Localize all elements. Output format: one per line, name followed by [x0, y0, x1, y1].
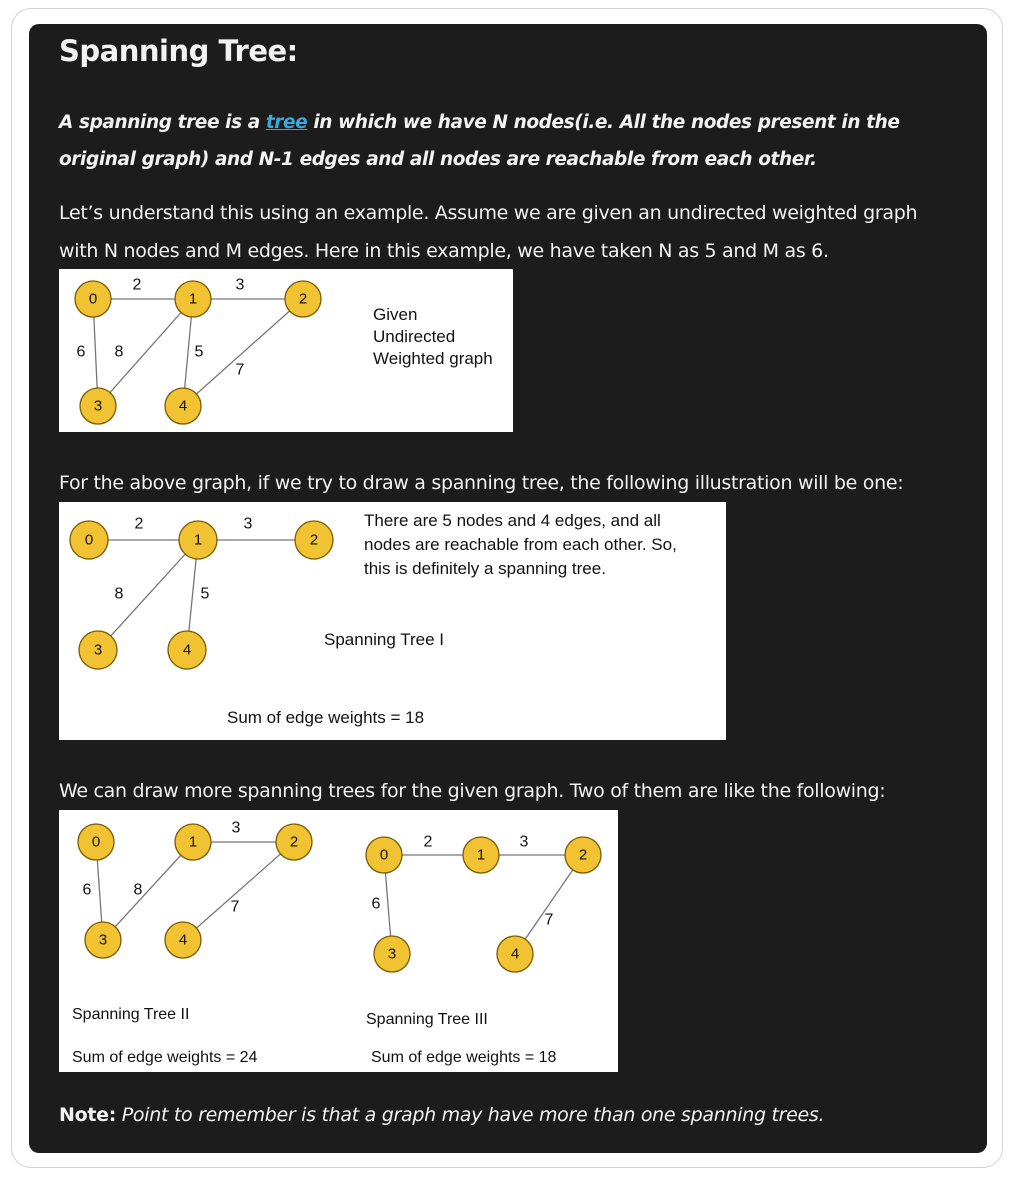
spanning-intro-paragraph: For the above graph, if we try to draw a… [59, 472, 904, 494]
edge-label: 7 [231, 899, 240, 916]
edge-weight-sum: Sum of edge weights = 18 [227, 708, 424, 727]
spanning-trees-2-3-figure: 3 6 8 7 0 1 2 3 4 Spanning Tree II Sum o… [59, 810, 618, 1072]
figure-description: nodes are reachable from each other. So, [364, 535, 677, 554]
figure-caption: Given [373, 305, 417, 324]
svg-text:0: 0 [85, 532, 93, 549]
graph-node: 0 [365, 836, 403, 874]
graph-node: 1 [174, 280, 212, 318]
edge-label: 7 [236, 362, 245, 379]
edge-label: 8 [134, 882, 143, 899]
svg-text:3: 3 [94, 642, 102, 659]
edge-label: 2 [135, 516, 144, 533]
note-text: Point to remember is that a graph may ha… [116, 1104, 825, 1126]
edge-label: 2 [424, 834, 433, 851]
graph-node: 3 [79, 387, 117, 425]
svg-text:1: 1 [189, 834, 197, 851]
tree-title: Spanning Tree I [324, 630, 444, 649]
svg-text:4: 4 [183, 642, 191, 659]
note-label: Note: [59, 1104, 117, 1126]
graph-node: 4 [167, 630, 207, 670]
edge-label: 3 [232, 820, 241, 837]
edge-label: 8 [115, 344, 124, 361]
tree-link[interactable]: tree [266, 112, 308, 133]
svg-text:1: 1 [189, 291, 197, 308]
graph-node: 1 [462, 836, 500, 874]
graph-node: 0 [77, 823, 115, 861]
figure-caption: Undirected [373, 327, 455, 346]
given-graph-figure: 2 3 6 8 5 7 0 1 2 3 4 Given Undirected W… [59, 269, 513, 432]
svg-text:4: 4 [511, 946, 519, 963]
svg-text:0: 0 [89, 291, 97, 308]
note-paragraph: Note: Point to remember is that a graph … [59, 1104, 825, 1126]
definition-text: A spanning tree is a tree in which we ha… [59, 104, 949, 178]
figure-description: There are 5 nodes and 4 edges, and all [364, 511, 661, 530]
edge-label: 8 [115, 586, 124, 603]
svg-text:3: 3 [99, 932, 107, 949]
edge-weight-sum: Sum of edge weights = 24 [72, 1049, 258, 1066]
svg-text:4: 4 [179, 398, 187, 415]
graph-node: 2 [564, 836, 602, 874]
edge-label: 3 [520, 834, 529, 851]
graph-node: 2 [284, 280, 322, 318]
graph-node: 0 [74, 280, 112, 318]
tree-title: Spanning Tree III [366, 1011, 488, 1028]
graph-node: 1 [174, 823, 212, 861]
svg-text:2: 2 [579, 847, 587, 864]
svg-text:0: 0 [92, 834, 100, 851]
section-title: Spanning Tree: [59, 34, 298, 68]
edge-label: 2 [133, 277, 142, 294]
tree-title: Spanning Tree II [72, 1006, 189, 1023]
edge-label: 3 [236, 277, 245, 294]
definition-before: A spanning tree is a [59, 112, 266, 133]
svg-text:4: 4 [179, 932, 187, 949]
graph-node: 3 [78, 630, 118, 670]
edge-label: 5 [201, 586, 210, 603]
graph-node: 2 [294, 520, 334, 560]
graph-node: 3 [84, 921, 122, 959]
svg-text:3: 3 [94, 398, 102, 415]
edge-label: 5 [195, 344, 204, 361]
edge-label: 3 [244, 516, 253, 533]
spanning-tree-1-figure: 2 3 8 5 0 1 2 3 4 There are 5 nodes and … [59, 502, 726, 740]
graph-node: 2 [275, 823, 313, 861]
graph-node: 4 [164, 921, 202, 959]
graph-node: 1 [178, 520, 218, 560]
svg-text:1: 1 [477, 847, 485, 864]
svg-text:1: 1 [194, 532, 202, 549]
graph-node: 4 [496, 935, 534, 973]
graph-node: 3 [373, 935, 411, 973]
figure-description: this is definitely a spanning tree. [364, 559, 606, 578]
edge-weight-sum: Sum of edge weights = 18 [371, 1049, 557, 1066]
more-trees-paragraph: We can draw more spanning trees for the … [59, 780, 886, 802]
svg-text:2: 2 [290, 834, 298, 851]
edge-label: 6 [372, 896, 381, 913]
figure-caption: Weighted graph [373, 349, 493, 368]
svg-text:2: 2 [299, 291, 307, 308]
edge-label: 6 [83, 882, 92, 899]
example-paragraph: Let’s understand this using an example. … [59, 202, 918, 262]
svg-text:0: 0 [380, 847, 388, 864]
graph-node: 4 [164, 387, 202, 425]
edge-label: 7 [545, 912, 554, 929]
svg-text:3: 3 [388, 946, 396, 963]
edge-label: 6 [77, 344, 86, 361]
graph-node: 0 [69, 520, 109, 560]
svg-text:2: 2 [310, 532, 318, 549]
